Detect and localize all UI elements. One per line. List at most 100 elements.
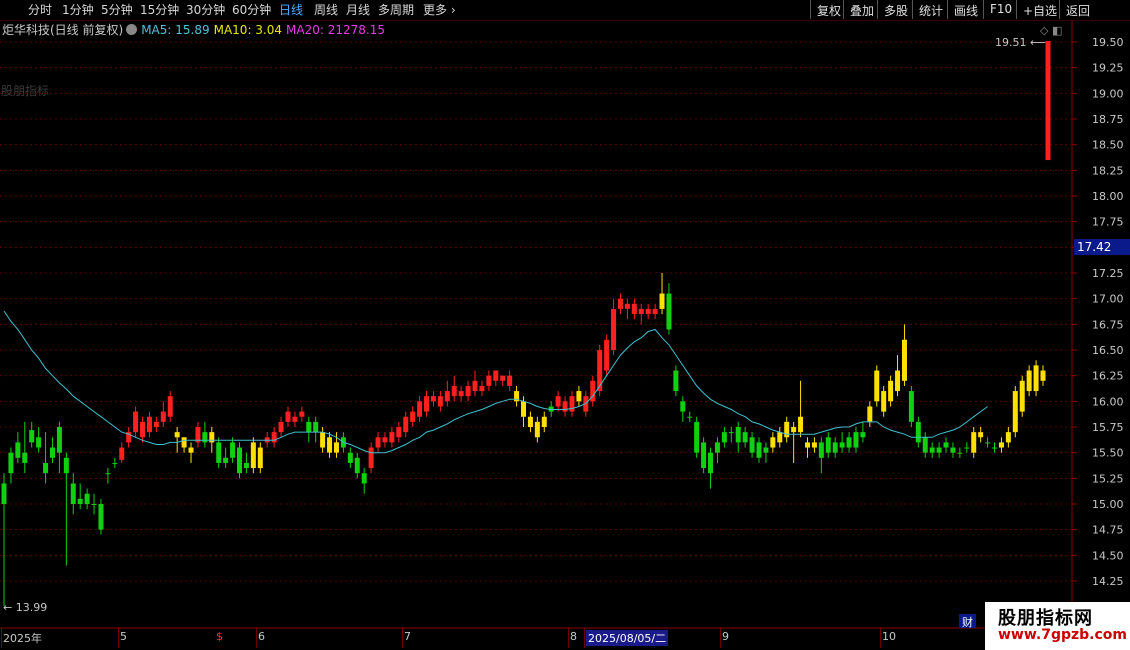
ma-labels: MA5: 15.89 MA10: 3.04 MA20: 21278.15: [141, 23, 389, 37]
candle-body: [77, 498, 83, 504]
settings-icon[interactable]: [126, 24, 138, 35]
period-tab-4[interactable]: 30分钟: [186, 1, 225, 18]
price-label: 14.75: [1092, 524, 1124, 537]
toolbar-button-5[interactable]: F10: [983, 0, 1016, 19]
toolbar-button-0[interactable]: 复权: [810, 0, 843, 19]
candle-body: [230, 442, 236, 458]
candle-body: [804, 442, 810, 448]
candle-body: [521, 401, 526, 417]
candle-body: [735, 427, 741, 443]
period-tab-7[interactable]: 周线: [314, 1, 338, 18]
candle-body: [98, 504, 104, 530]
candle-body: [527, 416, 533, 427]
chart-watermark: 股朋指标: [1, 84, 50, 98]
candle-body: [202, 432, 208, 443]
toolbar-button-2[interactable]: 多股: [877, 0, 912, 19]
price-label: 16.50: [1092, 344, 1124, 357]
price-label: 17.75: [1092, 216, 1124, 229]
candle-body: [126, 432, 132, 443]
date-tick: [568, 628, 569, 648]
candle-body: [957, 452, 963, 454]
toolbar-button-4[interactable]: 画线: [947, 0, 983, 19]
period-tab-0[interactable]: 分时: [28, 1, 52, 18]
candle-body: [36, 437, 42, 448]
candle-body: [749, 437, 755, 453]
period-tab-10[interactable]: 更多 ›: [423, 1, 456, 18]
candle-body: [617, 298, 623, 309]
date-tick: [402, 628, 403, 648]
candlestick-chart[interactable]: 19.50 19.25 19.00 18.75 18.50 18.25 18.00 17.75…: [0, 0, 1130, 650]
candle-body: [84, 493, 90, 504]
candle-body: [327, 437, 333, 453]
period-tab-2[interactable]: 5分钟: [101, 1, 133, 18]
date-label-3: 6: [258, 630, 265, 643]
candle-body: [181, 437, 187, 448]
price-label: 16.00: [1092, 395, 1124, 408]
candle-body: [1005, 432, 1011, 443]
period-tab-8[interactable]: 月线: [346, 1, 370, 18]
candle-body: [389, 432, 395, 443]
candle-body: [1033, 365, 1039, 392]
candle-body: [410, 411, 416, 422]
candle-body: [867, 406, 873, 422]
candle-body: [645, 308, 651, 315]
candle-body: [493, 370, 499, 381]
candle-body: [1026, 370, 1032, 392]
panel-icons[interactable]: ◇ ◧: [1040, 24, 1062, 37]
candle-body: [777, 432, 783, 443]
candle-body: [950, 447, 956, 453]
date-tick: [584, 628, 585, 648]
period-tab-1[interactable]: 1分钟: [62, 1, 94, 18]
candle-body: [458, 391, 464, 397]
candle-body: [451, 385, 457, 397]
candle-body: [167, 396, 173, 417]
candle-body: [507, 375, 513, 386]
candle-body: [666, 293, 672, 330]
candle-body: [8, 452, 14, 474]
period-tab-3[interactable]: 15分钟: [140, 1, 179, 18]
ma-label-2: MA20: 21278.15: [286, 23, 385, 37]
candle-body: [140, 421, 146, 438]
date-label-6: 2025/08/05/二: [586, 630, 669, 646]
high-marker: 19.51 ⟵: [995, 36, 1046, 49]
candle-body: [368, 447, 374, 469]
candle-body: [846, 437, 852, 448]
candle-body: [361, 473, 367, 484]
price-label: 15.50: [1092, 447, 1124, 460]
stock-title[interactable]: 炬华科技(日线 前复权): [2, 23, 123, 37]
candle-body: [825, 437, 831, 453]
price-label: 17.00: [1092, 293, 1124, 306]
candle-body: [306, 421, 312, 433]
candle-body: [417, 401, 423, 417]
candle-body: [63, 457, 69, 474]
candle-body: [964, 447, 970, 449]
toolbar-button-7[interactable]: 返回: [1059, 0, 1130, 19]
toolbar-button-3[interactable]: 统计: [912, 0, 947, 19]
candle-body: [424, 396, 430, 412]
toolbar-button-1[interactable]: 叠加: [843, 0, 877, 19]
date-tick: [880, 628, 881, 648]
candle-body: [908, 391, 914, 422]
candle-body: [237, 447, 243, 474]
ma-label-0: MA5: 15.89: [141, 23, 210, 37]
period-tab-6[interactable]: 日线: [279, 1, 303, 18]
finance-icon[interactable]: 财: [959, 614, 976, 629]
candle-body: [209, 432, 215, 443]
candle-body: [382, 437, 388, 443]
candle-body: [396, 427, 402, 438]
candle-body: [901, 339, 907, 381]
candle-body: [604, 339, 610, 371]
toolbar-button-6[interactable]: +自选: [1016, 0, 1059, 19]
period-tab-5[interactable]: 60分钟: [232, 1, 271, 18]
date-label-1: 5: [120, 630, 127, 643]
period-tab-9[interactable]: 多周期: [378, 1, 414, 18]
candle-body: [112, 462, 118, 464]
candle-body: [998, 442, 1004, 448]
ma-label-1: MA10: 3.04: [213, 23, 283, 37]
candle-body: [444, 391, 450, 402]
candle-body: [694, 421, 700, 453]
candle-body: [250, 442, 256, 469]
candle-body: [638, 308, 644, 315]
candle-body: [548, 406, 554, 412]
candle-body: [278, 421, 284, 433]
